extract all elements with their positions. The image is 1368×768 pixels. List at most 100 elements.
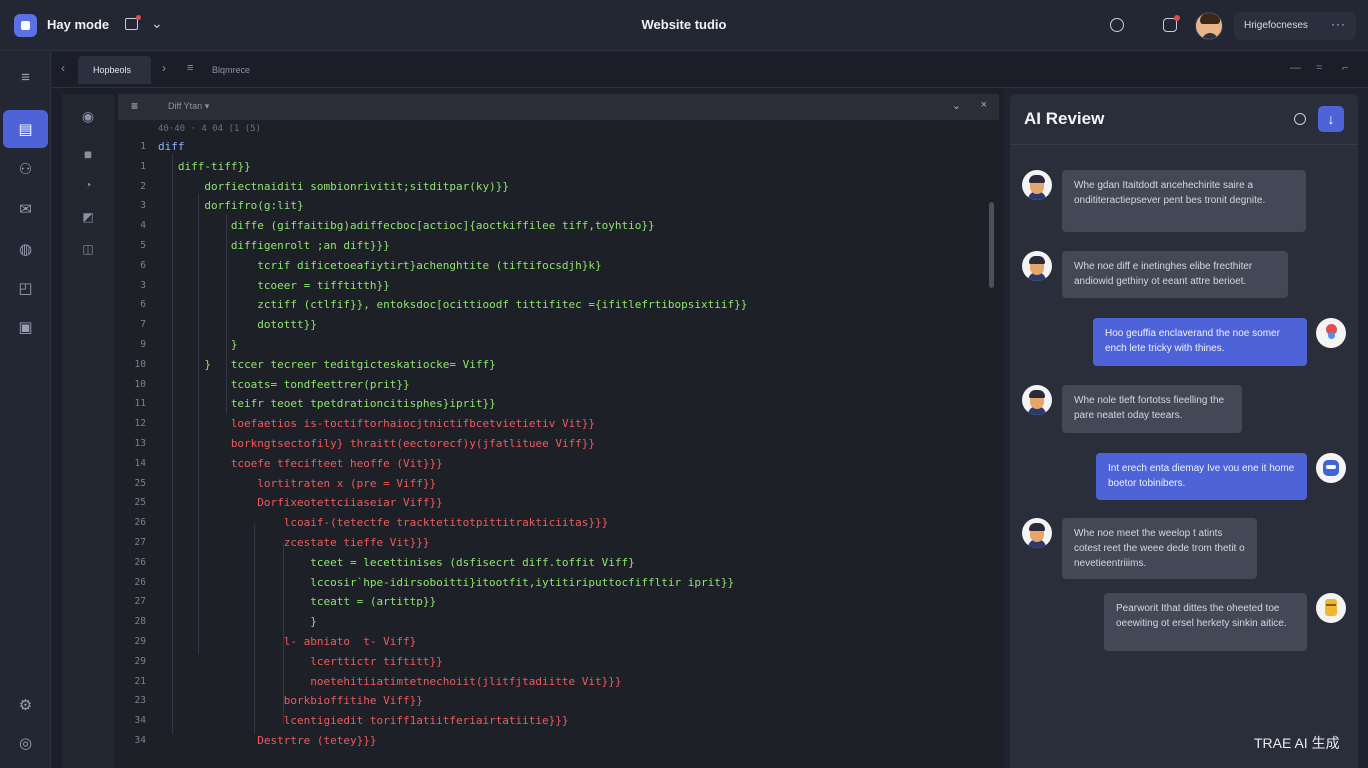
user-menu[interactable]: Hrigefocneses ··· [1234,12,1356,40]
code-line[interactable]: 29 lcerttictr tiftitt}} [118,652,978,672]
code-text: dorfiectnaiditi sombionrivitit;sitditpar… [204,179,509,193]
code-line[interactable]: 5 diffigenrolt ;an dift}}} [118,236,978,256]
code-line[interactable]: 10 tcoats= tondfeettrer(prit}} [118,375,978,395]
code-text: tcoats= tondfeettrer(prit}} [230,377,410,391]
code-text: diffigenrolt ;an dift}}} [230,239,390,252]
code-line[interactable]: 26 tceet = lecettinises (dsfisecrt diff.t… [118,553,978,573]
editor-scrollbar[interactable] [989,202,994,288]
code-line[interactable]: 13 borkngtsectofily} thraitt(eectorecf)y(… [118,434,978,454]
ai-message-bubble: Pearworit Ithat dittes the oheeted toe o… [1104,593,1307,651]
edit-icon[interactable]: ◩ [62,210,114,224]
code-line[interactable]: 21 noetehitiiatimtetnechoiit(jlitfjtadiit… [118,672,978,692]
code-line[interactable]: 11 teifr teoet tpetdrationcitisphes}iprit… [118,394,978,414]
chart-icon[interactable]: ◰ [0,269,51,307]
app-logo-icon[interactable] [14,14,37,37]
code-text: Dorfixeotettciiaseiar Viff}} [257,496,443,510]
globe-icon[interactable]: ◍ [0,230,51,268]
notification-bell-icon[interactable] [1163,15,1180,32]
code-line[interactable]: 25 Dorfixeotettciiaseiar Viff}} [118,493,978,513]
collapse-icon[interactable]: ⌄ [952,99,961,112]
code-line[interactable]: 7 dotottt}} [118,315,978,335]
settings-icon[interactable]: ◎ [0,724,51,762]
download-icon[interactable]: ↓ [1318,106,1344,132]
puzzle-icon[interactable]: ⚙ [0,686,51,724]
code-line[interactable]: 27 tceatt = (artittp}} [118,592,978,612]
menu-icon[interactable]: ≡ [0,58,51,96]
restore-icon[interactable]: = [1316,62,1322,74]
jar-avatar-icon [1316,593,1346,623]
file-icon[interactable]: ◉ [62,108,114,125]
code-line[interactable]: 26 lccosir`hpe-idirsoboitti}itootfit,iyti… [118,573,978,593]
code-line[interactable]: 3 dorfifro(g:lit} [118,196,978,216]
divider [1010,144,1358,145]
indent-guide [172,154,173,734]
status-circle-icon[interactable] [1294,113,1306,125]
line-number: 3 [140,200,146,212]
code-line[interactable]: 6 tcrif dificetoeafiytirt}achenghtite (ti… [118,256,978,276]
close-icon[interactable]: × [981,99,987,111]
code-line[interactable]: 26 lcoaif-(tetectfe tracktetitotpittitrak… [118,513,978,533]
code-line[interactable]: 1 diff-tiff}} [118,157,978,177]
code-line[interactable]: 6 zctiff (ctlfif}}, entoksdoc[ocittioodf … [118,295,978,315]
code-line[interactable]: 2 dorfiectnaiditi sombionrivitit;sitditpa… [118,177,978,197]
line-number: 11 [134,398,146,410]
code-line[interactable]: 27 zcestate tieffe Vit}}} [118,533,978,553]
top-bar: Hay mode ⌄ Website tudio Hrigefocneses ·… [0,0,1368,51]
code-line[interactable]: 1 diff [118,137,978,157]
code-line[interactable]: 25 lortitraten x (pre = Viff}} [118,474,978,494]
lock-icon[interactable]: ◾ [62,147,114,161]
code-line[interactable]: 28} [118,612,978,632]
code-line[interactable]: 10} tccer tecreer teditgicteskatiocke= V… [118,355,978,375]
code-line[interactable]: 23 borkbioffitihe Viff}} [118,691,978,711]
list-icon[interactable]: ≡ [187,62,193,74]
code-line[interactable]: 29 l- abniato t- Viff} [118,632,978,652]
tab-prev-button[interactable]: ‹ [61,61,65,75]
minimize-icon[interactable]: — [1290,62,1301,74]
app-name[interactable]: Hay mode [47,17,109,32]
editor-breadcrumb: 40·40 · 4 04 (1 (5) [158,124,261,134]
code-text: tcrif dificetoeafiytirt}achenghtite (tif… [257,258,602,272]
code-line[interactable]: 34 lcentigiedit toriff1atiitferiairtatiit… [118,711,978,731]
more-icon[interactable]: ··· [1331,17,1346,31]
code-text: loefaetios is-toctiftorhaiocjtnictifbcet… [230,417,596,431]
user-avatar[interactable] [1195,12,1223,40]
line-number: 26 [134,556,146,568]
code-line[interactable]: 9} [118,335,978,355]
person-avatar-icon [1022,518,1052,548]
editor-view-select[interactable]: Diff Ytan ▾ [168,101,209,112]
users-icon[interactable]: ⚇ [0,150,51,188]
code-line[interactable]: 3 tcoeer = tifftitth}} [118,276,978,296]
code-text: teifr teoet tpetdrationcitisphes}iprit}} [230,397,496,411]
diff-editor[interactable]: ≡ Diff Ytan ▾ ⌄ × 40·40 · 4 04 (1 (5) 1d… [118,94,999,768]
tab-second[interactable]: Blqmrece [212,65,250,75]
line-number: 13 [134,438,146,449]
line-number: 26 [134,576,146,588]
image-icon[interactable]: ◫ [62,242,114,256]
code-line[interactable]: 34 Destrtre (tetey}}} [118,731,978,751]
editor-menu-icon[interactable]: ≡ [131,99,138,113]
panel-icon[interactable]: ▣ [0,308,51,346]
watermark: TRAE AI 生成 [1254,735,1340,751]
code-text: diffe (giffaitibg)adiffecboc[actioc]{aoc… [230,219,655,233]
indent-guide [283,544,284,724]
inbox-icon[interactable]: ✉ [0,190,51,228]
line-number: 7 [140,319,146,331]
tab-active[interactable]: Hopbeols [78,56,151,84]
code-line[interactable]: 4 diffe (giffaitibg)adiffecboc[actioc]{ao… [118,216,978,236]
history-icon[interactable]: ◔ [62,178,114,192]
code-line[interactable]: 12 loefaetios is-toctiftorhaiocjtnictifbc… [118,414,978,434]
explorer-icon[interactable]: ▤ [3,110,48,148]
ai-message-bubble: Whe nole tleft fortotss fieelling the pa… [1062,385,1242,433]
line-number: 4 [140,220,146,232]
notification-dot [1174,15,1180,21]
tab-strip: ‹ Hopbeols › ≡ Blqmrece — = ⌐ [52,52,1368,88]
maximize-icon[interactable]: ⌐ [1342,62,1348,74]
chevron-down-icon[interactable]: ⌄ [151,15,163,32]
window-icon[interactable] [125,15,141,30]
tab-next-button[interactable]: › [162,61,166,75]
refresh-icon[interactable] [1110,18,1124,32]
code-text: borkngtsectofily} thraitt(eectorecf)y(jf… [230,437,596,450]
person-avatar-icon [1022,251,1052,281]
code-line[interactable]: 14 tcoefe tfecifteet heoffe (Vit}}} [118,454,978,474]
line-number: 29 [134,655,146,667]
